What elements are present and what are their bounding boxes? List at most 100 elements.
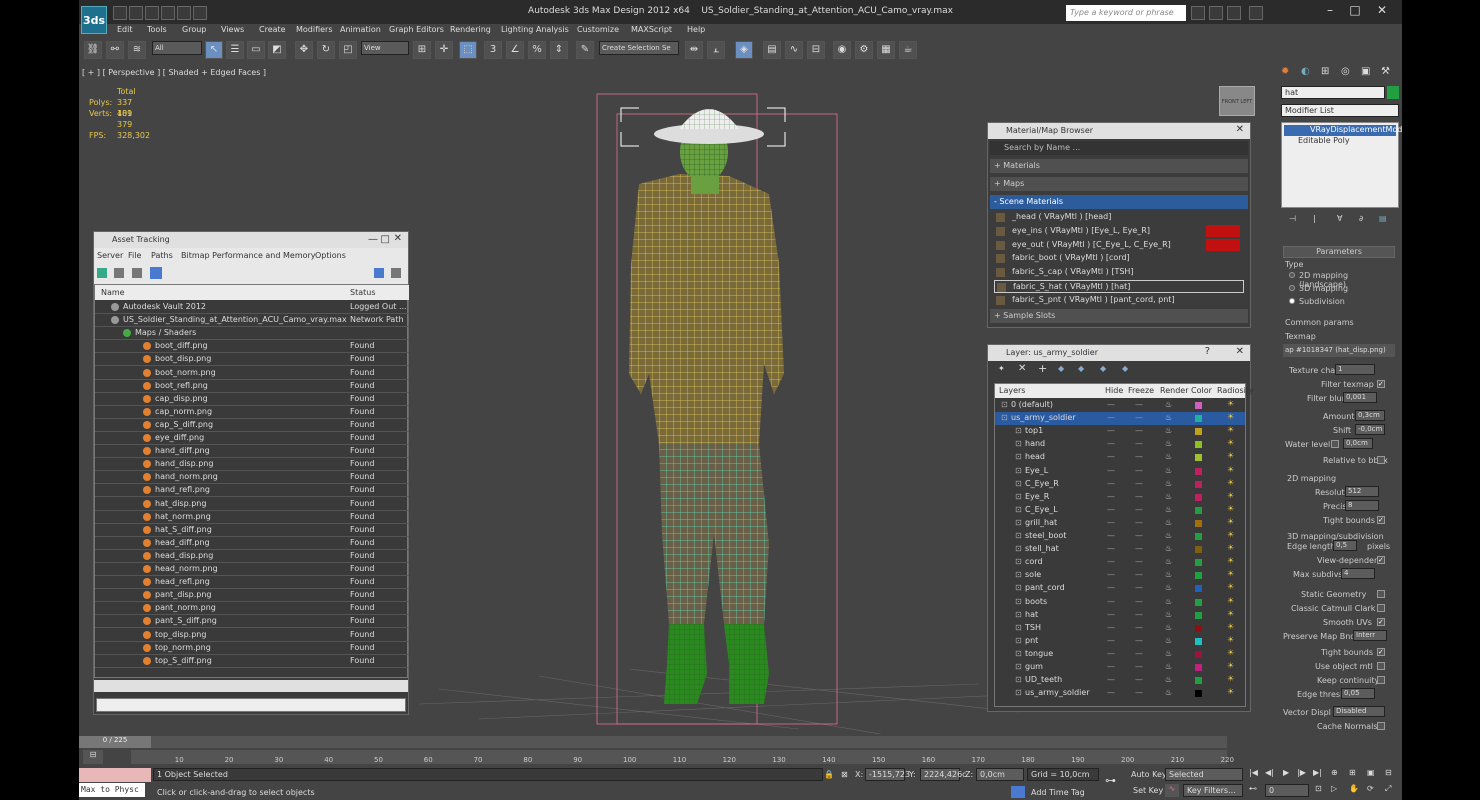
table-row[interactable]: boot_disp.png Found — [95, 353, 409, 367]
render-teapot-icon[interactable]: ♨ — [1165, 544, 1172, 553]
layer-title[interactable]: Layer: us_army_soldier — [988, 345, 1250, 361]
hide-toggle[interactable]: — — [1107, 623, 1115, 632]
menu-graph-editors[interactable]: Graph Editors — [389, 25, 444, 34]
settings-icon[interactable] — [391, 268, 401, 278]
table-row[interactable]: hand_norm.png Found — [95, 471, 409, 485]
table-row[interactable]: pant_norm.png Found — [95, 602, 409, 616]
hide-toggle[interactable]: — — [1107, 662, 1115, 671]
section-materials[interactable]: + Materials — [990, 159, 1248, 173]
rotate-icon[interactable]: ↻ — [317, 41, 335, 59]
freeze-toggle[interactable]: — — [1135, 623, 1143, 632]
freeze-toggle[interactable]: — — [1135, 518, 1143, 527]
y-coordinate-field[interactable]: 2224,426c — [920, 768, 967, 781]
scale-icon[interactable]: ◰ — [339, 41, 357, 59]
table-row[interactable]: hand_refl.png Found — [95, 484, 409, 498]
menu-modifiers[interactable]: Modifiers — [296, 25, 333, 34]
radiosity-icon[interactable]: ☀ — [1227, 674, 1234, 683]
table-row[interactable]: top_disp.png Found — [95, 629, 409, 642]
freeze-toggle[interactable]: — — [1135, 479, 1143, 488]
close-icon[interactable]: ✕ — [394, 233, 402, 244]
param-checkbox[interactable] — [1377, 456, 1385, 464]
menu-lighting-analysis[interactable]: Lighting Analysis — [501, 25, 569, 34]
table-row[interactable]: pant_disp.png Found — [95, 589, 409, 603]
x-coordinate-field[interactable]: -1515,723 — [865, 768, 910, 781]
layer-color-swatch[interactable] — [1195, 598, 1202, 606]
close-button[interactable]: ✕ — [1371, 3, 1393, 21]
menu-paths[interactable]: Paths — [151, 251, 173, 260]
param-field[interactable]: Interr — [1353, 630, 1387, 641]
hide-toggle[interactable]: — — [1107, 688, 1115, 697]
hide-toggle[interactable]: — — [1107, 452, 1115, 461]
menu-animation[interactable]: Animation — [340, 25, 381, 34]
help-icon[interactable] — [1249, 6, 1263, 20]
mirror-icon[interactable]: ⇹ — [685, 41, 703, 59]
edit-named-sets-icon[interactable]: ✎ — [576, 41, 594, 59]
pin-stack-icon[interactable]: ⊣ — [1289, 214, 1296, 223]
freeze-toggle[interactable]: — — [1135, 452, 1143, 461]
hide-toggle[interactable]: — — [1107, 505, 1115, 514]
render-teapot-icon[interactable]: ♨ — [1165, 479, 1172, 488]
graphite-icon[interactable]: ▤ — [763, 41, 781, 59]
maximize-icon[interactable]: □ — [381, 234, 390, 245]
menu-group[interactable]: Group — [182, 25, 206, 34]
layer-row[interactable]: ⊡ C_Eye_L — — ♨ ☀ — [995, 504, 1245, 517]
col-color[interactable]: Color — [1191, 386, 1212, 395]
table-row[interactable]: boot_norm.png Found — [95, 367, 409, 380]
freeze-toggle[interactable]: — — [1135, 466, 1143, 475]
object-color-swatch[interactable] — [1387, 86, 1399, 99]
freeze-toggle[interactable]: — — [1135, 557, 1143, 566]
render-teapot-icon[interactable]: ♨ — [1165, 413, 1172, 422]
layer-row[interactable]: ⊡ stell_hat — — ♨ ☀ — [995, 543, 1245, 556]
zoom-icon[interactable]: ⊕ — [1331, 768, 1338, 777]
hide-toggle[interactable]: — — [1107, 557, 1115, 566]
curve-editor-icon[interactable]: ∿ — [785, 41, 803, 59]
add-time-tag[interactable]: Add Time Tag — [1031, 788, 1085, 797]
radiosity-icon[interactable]: ☀ — [1227, 451, 1234, 460]
render-teapot-icon[interactable]: ♨ — [1165, 675, 1172, 684]
layer-row[interactable]: ⊡ pnt — — ♨ ☀ — [995, 635, 1245, 648]
menu-rendering[interactable]: Rendering — [450, 25, 491, 34]
layer-color-swatch[interactable] — [1195, 493, 1202, 501]
hierarchy-tab-icon[interactable]: ⊞ — [1321, 66, 1329, 77]
col-hide[interactable]: Hide — [1105, 386, 1123, 395]
list-view-icon[interactable] — [114, 268, 124, 278]
layer-color-swatch[interactable] — [1195, 585, 1202, 593]
hide-toggle[interactable]: — — [1107, 597, 1115, 606]
help-icon[interactable] — [374, 268, 384, 278]
radiosity-icon[interactable]: ☀ — [1227, 478, 1234, 487]
binoculars-icon[interactable] — [1191, 6, 1205, 20]
layer-row[interactable]: ⊡ Eye_L — — ♨ ☀ — [995, 465, 1245, 478]
param-field[interactable]: 0,05 — [1341, 688, 1375, 699]
menu-views[interactable]: Views — [221, 25, 244, 34]
hide-toggle[interactable]: — — [1107, 649, 1115, 658]
rendered-frame-icon[interactable]: ▦ — [877, 41, 895, 59]
layer-row[interactable]: ⊡ gum — — ♨ ☀ — [995, 661, 1245, 674]
table-row[interactable]: boot_diff.png Found — [95, 340, 409, 354]
layer-row[interactable]: ⊡ steel_boot — — ♨ ☀ — [995, 530, 1245, 543]
layer-color-swatch[interactable] — [1195, 690, 1202, 698]
menu-server[interactable]: Server — [97, 251, 123, 260]
material-search-input[interactable]: Search by Name ... — [990, 141, 1248, 155]
lock-selection-icon[interactable]: 🔒 — [824, 770, 834, 779]
table-row[interactable]: eye_diff.png Found — [95, 432, 409, 445]
render-teapot-icon[interactable]: ♨ — [1165, 492, 1172, 501]
freeze-toggle[interactable]: — — [1135, 439, 1143, 448]
hide-toggle[interactable]: — — [1107, 518, 1115, 527]
perspective-viewport[interactable]: [ + ] [ Perspective ] [ Shaded + Edged F… — [79, 64, 1277, 734]
layer-color-swatch[interactable] — [1195, 480, 1202, 488]
absolute-mode-icon[interactable]: ⊠ — [841, 770, 848, 779]
render-teapot-icon[interactable]: ♨ — [1165, 636, 1172, 645]
freeze-toggle[interactable]: — — [1135, 649, 1143, 658]
layer-color-swatch[interactable] — [1195, 677, 1202, 685]
radiosity-icon[interactable]: ☀ — [1227, 399, 1234, 408]
remove-modifier-icon[interactable]: ∂ — [1359, 214, 1363, 223]
param-field[interactable]: Disabled — [1333, 706, 1385, 717]
type-radio[interactable] — [1289, 272, 1295, 278]
maxscript-mini-listener[interactable]: Max to Physc — [79, 783, 145, 797]
asset-tracking-title[interactable]: Asset Tracking — [94, 232, 408, 248]
layer-row[interactable]: ⊡ head — — ♨ ☀ — [995, 451, 1245, 464]
table-row[interactable]: boot_refl.png Found — [95, 380, 409, 393]
hide-toggle[interactable]: — — [1107, 439, 1115, 448]
spinner-snap-icon[interactable]: ⇕ — [550, 41, 568, 59]
menu-file[interactable]: File — [128, 251, 141, 260]
